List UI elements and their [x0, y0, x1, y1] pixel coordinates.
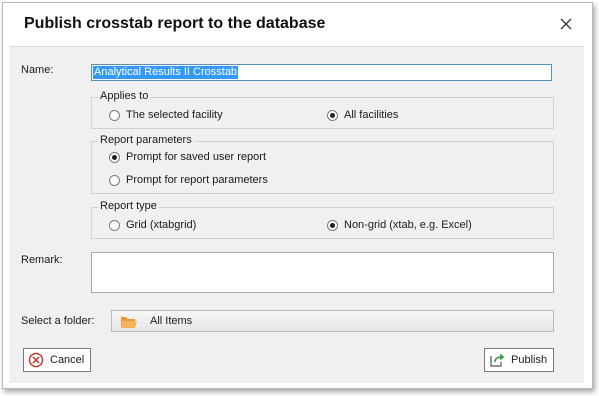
name-field[interactable]: Analytical Results II Crosstab: [91, 64, 552, 81]
radio-label: The selected facility: [126, 109, 223, 121]
radio-all-facilities[interactable]: All facilities: [327, 109, 398, 121]
name-field-value: Analytical Results II Crosstab: [93, 66, 239, 79]
folder-icon: [120, 315, 138, 332]
folder-label: Select a folder:: [21, 315, 95, 327]
radio-non-grid[interactable]: Non-grid (xtab, e.g. Excel): [327, 219, 472, 231]
cancel-button[interactable]: Cancel: [23, 348, 91, 372]
radio-label: Prompt for saved user report: [126, 151, 267, 163]
radio-prompt-report-parameters[interactable]: Prompt for report parameters: [109, 174, 268, 186]
cancel-label: Cancel: [50, 354, 85, 366]
applies-to-legend: Applies to: [98, 90, 151, 102]
cancel-circle-icon: [28, 352, 44, 368]
report-parameters-legend: Report parameters: [98, 134, 194, 146]
radio-button: [109, 109, 120, 121]
name-label: Name:: [21, 64, 54, 76]
dialog-title: Publish crosstab report to the database: [24, 15, 326, 32]
radio-button-checked: [327, 109, 338, 121]
radio-button: [109, 174, 120, 186]
radio-label: Grid (xtabgrid): [126, 219, 197, 231]
publish-dialog: Publish crosstab report to the database …: [2, 2, 593, 389]
radio-button-checked: [109, 151, 120, 163]
radio-label: Prompt for report parameters: [126, 174, 268, 186]
dialog-body: Name: Analytical Results II Crosstab App…: [9, 46, 584, 383]
report-parameters-group: Report parameters Prompt for saved user …: [91, 134, 554, 194]
radio-label: All facilities: [344, 109, 399, 121]
remark-label: Remark:: [21, 254, 63, 266]
radio-button: [109, 219, 120, 231]
radio-label: Non-grid (xtab, e.g. Excel): [344, 219, 472, 231]
close-icon[interactable]: [558, 16, 574, 32]
radio-prompt-saved-report[interactable]: Prompt for saved user report: [109, 151, 266, 163]
radio-selected-facility[interactable]: The selected facility: [109, 109, 223, 121]
folder-selector[interactable]: All Items: [111, 310, 554, 332]
folder-value: All Items: [150, 315, 193, 327]
publish-button[interactable]: Publish: [484, 348, 554, 372]
report-type-group: Report type Grid (xtabgrid) Non-grid (xt…: [91, 200, 554, 239]
radio-grid[interactable]: Grid (xtabgrid): [109, 219, 196, 231]
remark-textarea[interactable]: [91, 252, 554, 293]
report-type-legend: Report type: [98, 200, 159, 212]
applies-to-group: Applies to The selected facility All fac…: [91, 90, 554, 129]
radio-button-checked: [327, 219, 338, 231]
export-arrow-icon: [489, 352, 505, 368]
publish-label: Publish: [511, 354, 548, 366]
